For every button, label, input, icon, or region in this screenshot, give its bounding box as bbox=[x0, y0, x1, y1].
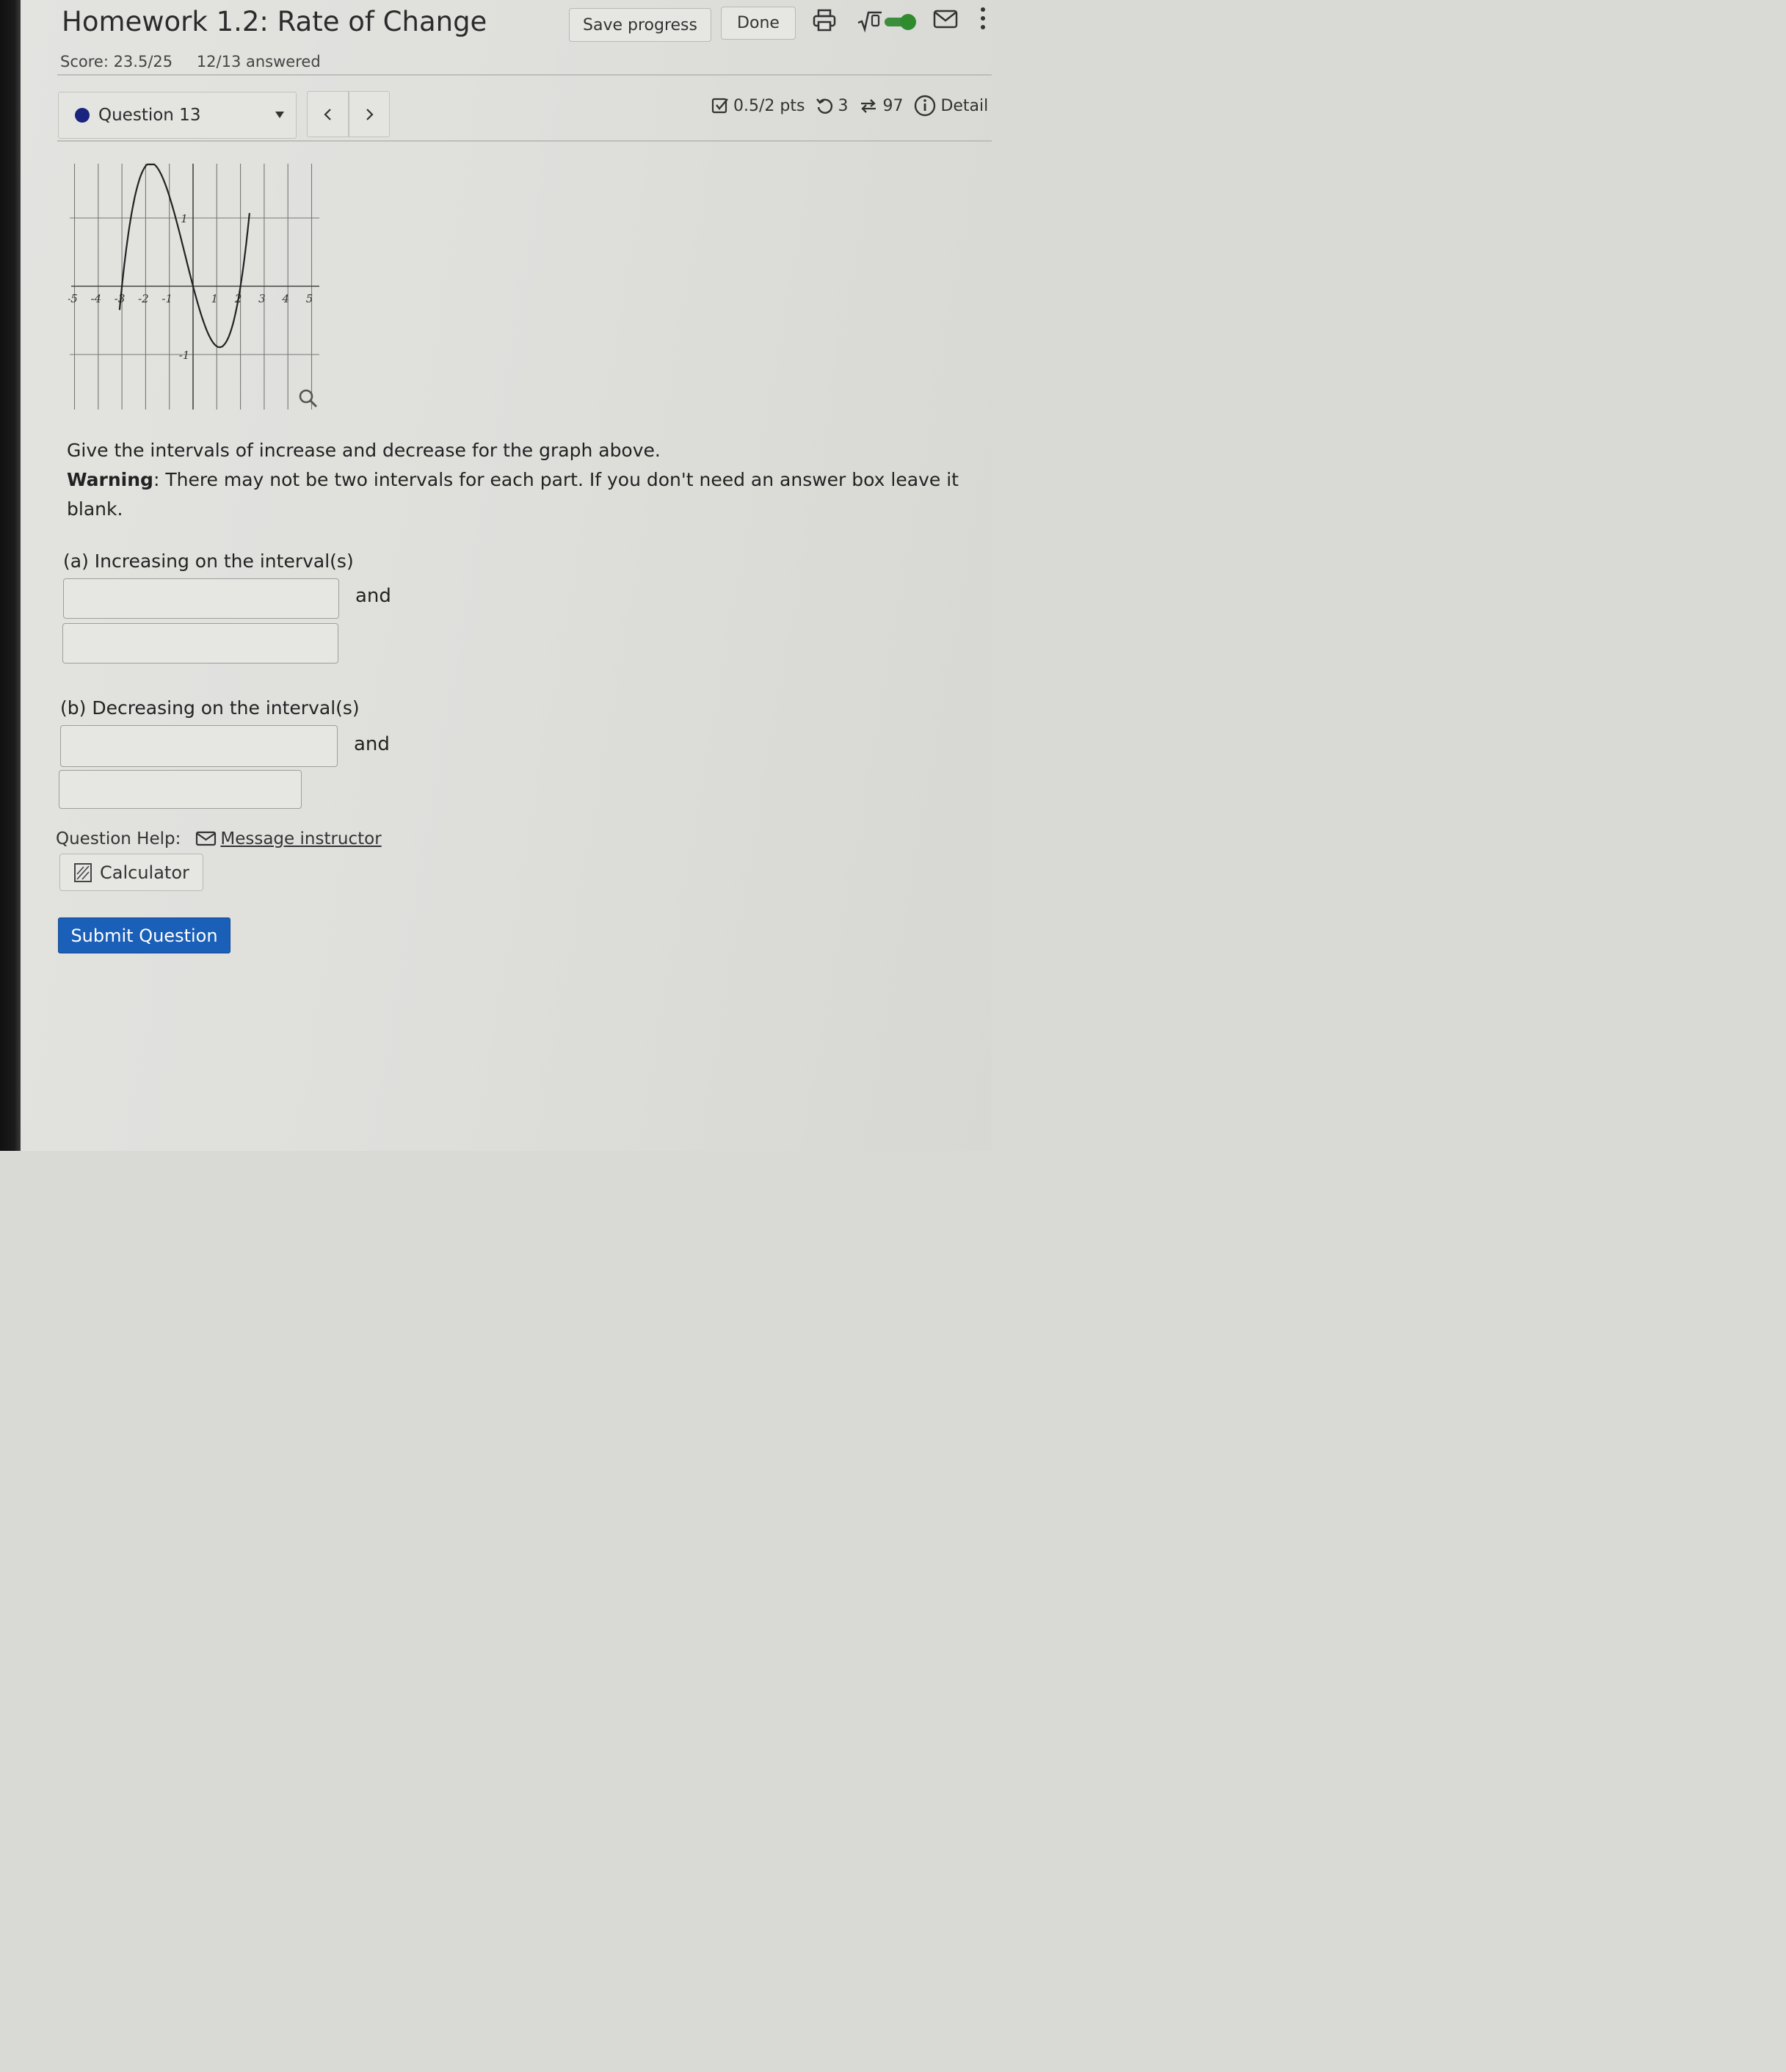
caret-down-icon bbox=[275, 112, 284, 118]
warning-paragraph: Warning: There may not be two intervals … bbox=[67, 465, 970, 524]
question-status-dot bbox=[75, 108, 90, 123]
decreasing-interval-input-1[interactable] bbox=[60, 725, 338, 767]
warning-label: Warning bbox=[67, 469, 153, 490]
message-instructor-link[interactable]: Message instructor bbox=[195, 829, 382, 848]
chevron-left-icon bbox=[323, 108, 331, 120]
chevron-right-icon bbox=[366, 108, 374, 120]
decreasing-interval-input-2[interactable] bbox=[59, 770, 302, 809]
previous-question-button[interactable] bbox=[308, 92, 348, 137]
y-tick-label: 1 bbox=[181, 212, 188, 225]
math-sqrt-toggle-icon[interactable] bbox=[857, 9, 920, 37]
and-label: and bbox=[354, 733, 390, 755]
details-label: Detail bbox=[940, 96, 989, 115]
part-b-label: (b) Decreasing on the interval(s) bbox=[60, 697, 360, 719]
info-icon bbox=[915, 95, 936, 117]
magnifier-icon[interactable] bbox=[299, 389, 318, 408]
graph-tick-labels: -5-4-3-2-1123451-1 bbox=[68, 212, 313, 362]
page-title: Homework 1.2: Rate of Change bbox=[62, 6, 487, 37]
device-bezel bbox=[0, 0, 21, 1151]
score-text: Score: 23.5/25 bbox=[60, 53, 173, 70]
save-progress-button[interactable]: Save progress bbox=[569, 8, 711, 42]
x-tick-label: 3 bbox=[258, 292, 266, 305]
x-tick-label: -5 bbox=[68, 292, 78, 305]
more-vertical-icon[interactable] bbox=[978, 6, 988, 35]
question-help-label: Question Help: bbox=[56, 829, 181, 848]
score-line: Score: 23.5/25 12/13 answered bbox=[60, 53, 340, 70]
next-question-button[interactable] bbox=[349, 92, 389, 137]
x-tick-label: -2 bbox=[138, 292, 149, 305]
and-label: and bbox=[355, 585, 391, 607]
question-meta: 0.5/2 pts 3 97 Detail bbox=[711, 91, 998, 120]
part-a-label: (a) Increasing on the interval(s) bbox=[63, 550, 354, 572]
submit-question-button[interactable]: Submit Question bbox=[58, 917, 230, 953]
page: Homework 1.2: Rate of Change Save progre… bbox=[0, 0, 992, 1151]
points-text: 0.5/2 pts bbox=[733, 96, 805, 115]
done-button[interactable]: Done bbox=[721, 7, 796, 40]
divider bbox=[57, 74, 992, 76]
question-select[interactable]: Question 13 bbox=[58, 92, 297, 139]
x-tick-label: -1 bbox=[161, 292, 173, 305]
graph-axes bbox=[71, 164, 319, 410]
prompt-line: Give the intervals of increase and decre… bbox=[67, 440, 661, 461]
printer-icon[interactable] bbox=[812, 8, 837, 36]
x-tick-label: -4 bbox=[90, 292, 101, 305]
attempts-text: 97 bbox=[882, 96, 904, 115]
calculator-button[interactable]: Calculator bbox=[59, 854, 203, 891]
function-curve bbox=[118, 163, 250, 349]
question-select-label: Question 13 bbox=[98, 106, 201, 125]
retries-indicator: 3 bbox=[815, 96, 848, 115]
answered-count: 12/13 answered bbox=[196, 53, 321, 70]
attempts-indicator: 97 bbox=[858, 96, 903, 115]
y-tick-label: -1 bbox=[179, 349, 190, 362]
undo-icon bbox=[816, 98, 833, 114]
x-tick-label: 1 bbox=[211, 292, 219, 305]
function-graph: -5-4-3-2-1123451-1 bbox=[68, 163, 319, 410]
x-tick-label: 5 bbox=[306, 292, 313, 305]
mail-icon bbox=[196, 831, 217, 846]
mail-icon[interactable] bbox=[932, 8, 959, 33]
calculator-icon bbox=[74, 862, 92, 882]
increasing-interval-input-1[interactable] bbox=[63, 578, 339, 619]
message-instructor-label: Message instructor bbox=[220, 829, 382, 848]
repeat-icon bbox=[861, 99, 876, 113]
question-help: Question Help: Message instructor bbox=[56, 829, 382, 848]
divider bbox=[57, 140, 992, 142]
increasing-interval-input-2[interactable] bbox=[62, 623, 338, 664]
question-prompt: Give the intervals of increase and decre… bbox=[67, 436, 970, 524]
warning-text: : There may not be two intervals for eac… bbox=[67, 469, 959, 520]
question-nav-group bbox=[307, 91, 390, 137]
checkbox-icon bbox=[711, 98, 728, 114]
x-tick-label: 4 bbox=[281, 292, 289, 305]
details-button[interactable]: Detail bbox=[913, 94, 988, 117]
points-indicator: 0.5/2 pts bbox=[711, 96, 805, 115]
retries-text: 3 bbox=[838, 96, 849, 115]
calculator-label: Calculator bbox=[100, 862, 189, 883]
